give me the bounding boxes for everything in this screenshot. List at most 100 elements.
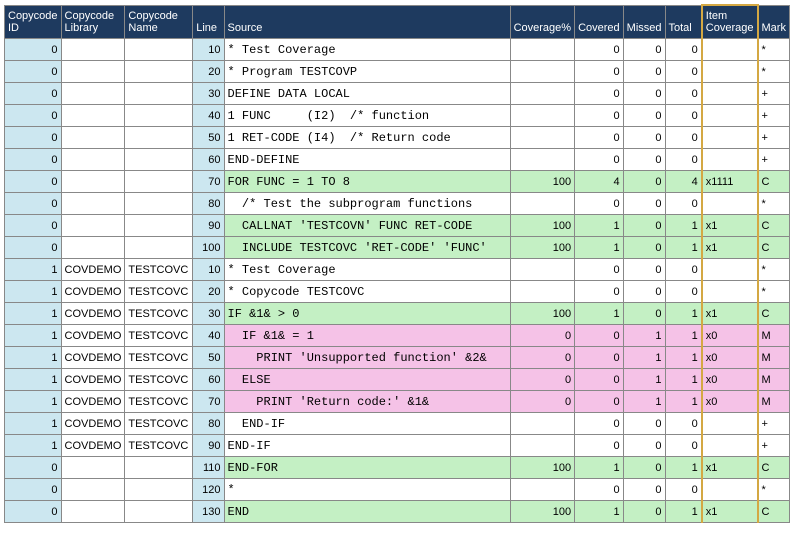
cell-copycode-name	[125, 479, 193, 501]
cell-coverage-pct	[510, 127, 574, 149]
cell-source: * Test Coverage	[224, 39, 510, 61]
table-row[interactable]: 0100 INCLUDE TESTCOVC 'RET-CODE' 'FUNC'1…	[5, 237, 790, 259]
table-row[interactable]: 1COVDEMOTESTCOVC20* Copycode TESTCOVC000…	[5, 281, 790, 303]
cell-copycode-id: 1	[5, 369, 62, 391]
cell-copycode-library	[61, 105, 125, 127]
cell-total: 1	[665, 237, 702, 259]
cell-covered: 0	[575, 39, 624, 61]
cell-covered: 0	[575, 391, 624, 413]
cell-total: 1	[665, 501, 702, 523]
cell-copycode-id: 1	[5, 347, 62, 369]
table-row[interactable]: 090 CALLNAT 'TESTCOVN' FUNC RET-CODE1001…	[5, 215, 790, 237]
coverage-table: Copycode ID Copycode Library Copycode Na…	[4, 4, 790, 523]
cell-copycode-library	[61, 501, 125, 523]
table-row[interactable]: 1COVDEMOTESTCOVC90END-IF000+	[5, 435, 790, 457]
table-row[interactable]: 1COVDEMOTESTCOVC10* Test Coverage000*	[5, 259, 790, 281]
cell-total: 1	[665, 325, 702, 347]
table-row[interactable]: 080 /* Test the subprogram functions000*	[5, 193, 790, 215]
cell-copycode-name: TESTCOVC	[125, 369, 193, 391]
table-row[interactable]: 0401 FUNC (I2) /* function000+	[5, 105, 790, 127]
col-item-coverage[interactable]: Item Coverage	[702, 5, 758, 39]
cell-missed: 0	[623, 303, 665, 325]
cell-coverage-pct: 0	[510, 347, 574, 369]
cell-copycode-library	[61, 83, 125, 105]
col-coverage-pct[interactable]: Coverage%	[510, 5, 574, 39]
cell-missed: 1	[623, 347, 665, 369]
cell-covered: 0	[575, 193, 624, 215]
cell-copycode-library: COVDEMO	[61, 259, 125, 281]
cell-copycode-name: TESTCOVC	[125, 325, 193, 347]
col-mark[interactable]: Mark	[758, 5, 790, 39]
cell-copycode-name: TESTCOVC	[125, 259, 193, 281]
table-row[interactable]: 1COVDEMOTESTCOVC80 END-IF000+	[5, 413, 790, 435]
cell-coverage-pct: 100	[510, 215, 574, 237]
cell-covered: 0	[575, 83, 624, 105]
table-row[interactable]: 060END-DEFINE000+	[5, 149, 790, 171]
col-line[interactable]: Line	[193, 5, 224, 39]
col-total[interactable]: Total	[665, 5, 702, 39]
cell-item-coverage: x1	[702, 215, 758, 237]
cell-mark: +	[758, 83, 790, 105]
cell-missed: 0	[623, 281, 665, 303]
cell-copycode-id: 0	[5, 127, 62, 149]
table-row[interactable]: 1COVDEMOTESTCOVC40 IF &1& = 10011x0M	[5, 325, 790, 347]
cell-mark: +	[758, 435, 790, 457]
cell-mark: +	[758, 105, 790, 127]
cell-copycode-id: 0	[5, 237, 62, 259]
col-missed[interactable]: Missed	[623, 5, 665, 39]
cell-copycode-library: COVDEMO	[61, 369, 125, 391]
cell-item-coverage	[702, 413, 758, 435]
cell-source: END-IF	[224, 413, 510, 435]
cell-copycode-name	[125, 149, 193, 171]
table-row[interactable]: 070FOR FUNC = 1 TO 8100404x1111C	[5, 171, 790, 193]
table-row[interactable]: 030DEFINE DATA LOCAL000+	[5, 83, 790, 105]
table-row[interactable]: 020* Program TESTCOVP000*	[5, 61, 790, 83]
cell-item-coverage	[702, 39, 758, 61]
table-row[interactable]: 1COVDEMOTESTCOVC70 PRINT 'Return code:' …	[5, 391, 790, 413]
cell-coverage-pct	[510, 479, 574, 501]
cell-coverage-pct	[510, 61, 574, 83]
cell-copycode-library: COVDEMO	[61, 391, 125, 413]
cell-source: 1 RET-CODE (I4) /* Return code	[224, 127, 510, 149]
table-row[interactable]: 0130END100101x1C	[5, 501, 790, 523]
cell-copycode-library	[61, 149, 125, 171]
cell-total: 0	[665, 127, 702, 149]
cell-covered: 0	[575, 149, 624, 171]
cell-mark: +	[758, 127, 790, 149]
col-covered[interactable]: Covered	[575, 5, 624, 39]
cell-copycode-library: COVDEMO	[61, 281, 125, 303]
col-source[interactable]: Source	[224, 5, 510, 39]
table-row[interactable]: 0501 RET-CODE (I4) /* Return code000+	[5, 127, 790, 149]
cell-copycode-name	[125, 215, 193, 237]
cell-mark: C	[758, 171, 790, 193]
cell-copycode-name: TESTCOVC	[125, 435, 193, 457]
cell-copycode-library	[61, 457, 125, 479]
cell-total: 0	[665, 259, 702, 281]
cell-copycode-library: COVDEMO	[61, 325, 125, 347]
cell-covered: 0	[575, 413, 624, 435]
col-copycode-name[interactable]: Copycode Name	[125, 5, 193, 39]
cell-covered: 1	[575, 303, 624, 325]
table-row[interactable]: 0110END-FOR100101x1C	[5, 457, 790, 479]
table-row[interactable]: 0120*000*	[5, 479, 790, 501]
table-row[interactable]: 1COVDEMOTESTCOVC60 ELSE0011x0M	[5, 369, 790, 391]
table-row[interactable]: 1COVDEMOTESTCOVC30IF &1& > 0100101x1C	[5, 303, 790, 325]
cell-copycode-library: COVDEMO	[61, 303, 125, 325]
cell-mark: M	[758, 347, 790, 369]
cell-total: 4	[665, 171, 702, 193]
cell-line: 110	[193, 457, 224, 479]
cell-coverage-pct	[510, 259, 574, 281]
cell-item-coverage	[702, 435, 758, 457]
cell-missed: 0	[623, 105, 665, 127]
cell-covered: 4	[575, 171, 624, 193]
col-copycode-library[interactable]: Copycode Library	[61, 5, 125, 39]
cell-missed: 1	[623, 325, 665, 347]
cell-total: 0	[665, 479, 702, 501]
table-row[interactable]: 010* Test Coverage000*	[5, 39, 790, 61]
col-copycode-id[interactable]: Copycode ID	[5, 5, 62, 39]
cell-mark: *	[758, 61, 790, 83]
cell-item-coverage: x1	[702, 303, 758, 325]
cell-total: 1	[665, 457, 702, 479]
table-row[interactable]: 1COVDEMOTESTCOVC50 PRINT 'Unsupported fu…	[5, 347, 790, 369]
cell-line: 20	[193, 61, 224, 83]
